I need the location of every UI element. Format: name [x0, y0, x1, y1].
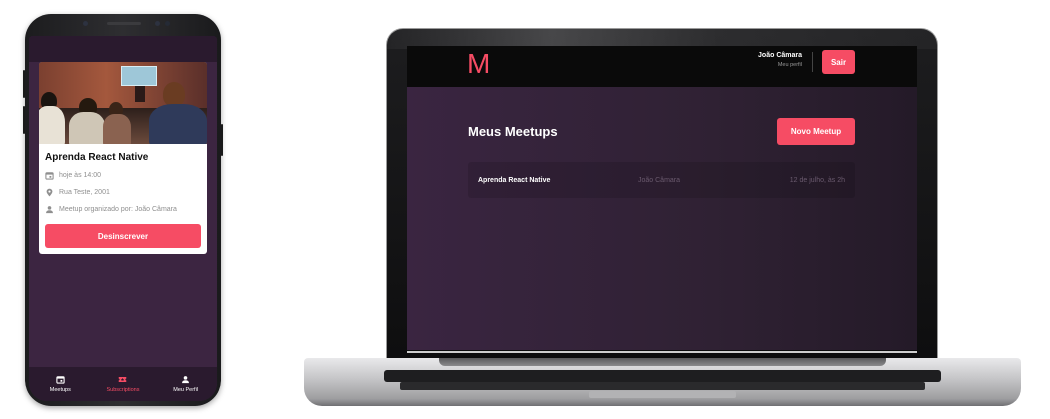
- tab-label: Meu Perfil: [173, 387, 199, 393]
- volume-button: [23, 106, 25, 134]
- calendar-icon: [56, 375, 65, 384]
- laptop-trackpad: [589, 391, 736, 398]
- meetup-card: Aprenda React Native hoje às 14:00 Rua T…: [39, 62, 207, 254]
- location-pin-icon: [45, 188, 54, 197]
- mobile-app-screen: Aprenda React Native hoje às 14:00 Rua T…: [29, 36, 217, 401]
- laptop-keyboard: [384, 370, 941, 382]
- screen-bottom-edge: [407, 351, 917, 353]
- sensor-icon: [165, 21, 170, 26]
- laptop-lid: M João Câmara Meu perfil Sair Meus Meetu…: [387, 29, 937, 359]
- front-camera-icon: [155, 21, 160, 26]
- laptop-base: [304, 358, 1021, 406]
- calendar-icon: [45, 171, 54, 180]
- meetup-title: Aprenda React Native: [478, 176, 551, 184]
- power-button: [221, 124, 223, 156]
- tab-label: Meetups: [49, 387, 71, 393]
- logout-button[interactable]: Sair: [822, 50, 855, 74]
- meetup-banner-image: [39, 62, 207, 144]
- meetup-organizer: Meetup organizado por: João Câmara: [59, 206, 177, 213]
- tab-subscriptions[interactable]: Subscriptions: [93, 375, 153, 393]
- user-name: João Câmara: [758, 52, 802, 59]
- phone-device: Aprenda React Native hoje às 14:00 Rua T…: [23, 14, 223, 406]
- meetup-location-row: Rua Teste, 2001: [39, 184, 207, 201]
- volume-button: [23, 70, 25, 98]
- tab-meetups[interactable]: Meetups: [30, 375, 90, 393]
- meetup-location: Rua Teste, 2001: [59, 189, 110, 196]
- meetup-date: hoje às 14:00: [59, 172, 102, 179]
- laptop-keyboard-row: [400, 382, 925, 390]
- speaker-grille: [107, 22, 141, 25]
- ticket-icon: [118, 375, 127, 384]
- laptop-hinge: [439, 358, 886, 366]
- mobile-header: [29, 36, 217, 62]
- person-icon: [45, 205, 54, 214]
- web-header: M João Câmara Meu perfil Sair: [407, 46, 917, 87]
- profile-link[interactable]: Meu perfil: [758, 62, 802, 68]
- meetup-date: 12 de julho, às 2h: [789, 176, 845, 184]
- header-divider: [812, 52, 813, 72]
- meetup-list-item[interactable]: Aprenda React Native João Câmara 12 de j…: [468, 162, 855, 198]
- user-info: João Câmara Meu perfil: [758, 52, 802, 68]
- app-logo[interactable]: M: [467, 50, 490, 78]
- sensor-icon: [83, 21, 88, 26]
- unsubscribe-button[interactable]: Desinscrever: [45, 224, 201, 248]
- web-app-screen: M João Câmara Meu perfil Sair Meus Meetu…: [407, 46, 917, 350]
- meetup-organizer-row: Meetup organizado por: João Câmara: [39, 201, 207, 218]
- meetup-date-row: hoje às 14:00: [39, 167, 207, 184]
- tab-label: Subscriptions: [106, 387, 140, 393]
- person-icon: [181, 375, 190, 384]
- web-main-content: Meus Meetups Novo Meetup Aprenda React N…: [407, 87, 917, 350]
- phone-top-bezel: [25, 14, 221, 38]
- meetup-owner: João Câmara: [638, 176, 681, 184]
- tab-profile[interactable]: Meu Perfil: [156, 375, 216, 393]
- meetup-title: Aprenda React Native: [45, 152, 149, 163]
- new-meetup-button[interactable]: Novo Meetup: [777, 118, 855, 145]
- bottom-tab-bar: Meetups Subscriptions Meu Perfil: [29, 367, 217, 401]
- page-title: Meus Meetups: [468, 124, 558, 139]
